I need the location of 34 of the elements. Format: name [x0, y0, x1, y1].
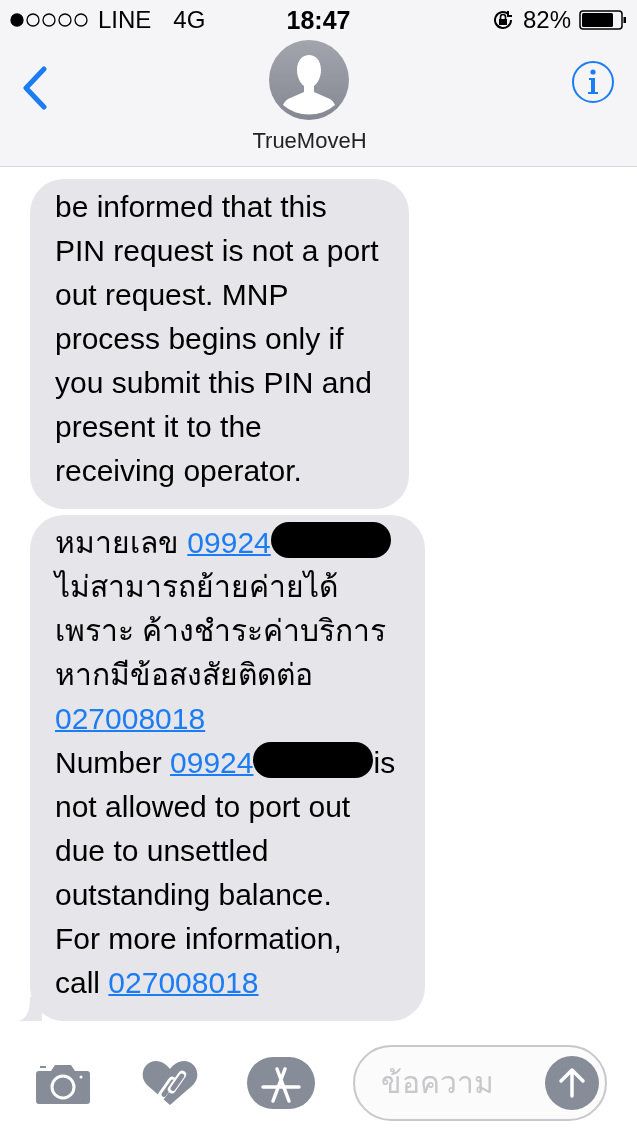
clock: 18:47	[286, 5, 351, 35]
send-button[interactable]	[545, 1056, 599, 1110]
message-text: process begins only if	[55, 322, 344, 355]
info-icon[interactable]	[571, 60, 615, 104]
message-text: due to unsettled	[55, 834, 269, 867]
message-text: out request. MNP	[55, 278, 289, 311]
message-text: PIN request is not a port	[55, 234, 379, 267]
message-text: present it to the	[55, 410, 262, 443]
phone-link[interactable]: 09924	[187, 526, 271, 559]
message-text: ไม่สามารถย้ายค่ายได้	[55, 570, 338, 603]
message-text: Number	[55, 746, 163, 779]
message-text: เพราะ ค้างชำระค่าบริการ	[55, 614, 387, 647]
message-text: outstanding balance.	[55, 878, 332, 911]
avatar-icon[interactable]	[269, 40, 350, 120]
battery-icon	[579, 10, 627, 30]
phone-link[interactable]: 027008018	[108, 966, 259, 999]
message-text: be informed that this	[55, 190, 327, 223]
back-icon[interactable]	[22, 66, 48, 110]
phone-link[interactable]: 09924	[170, 746, 254, 779]
message-text: not allowed to port out	[55, 790, 351, 823]
battery-percent: 82%	[522, 6, 571, 34]
contact-name: TrueMoveH	[252, 128, 367, 154]
message-text: is	[373, 746, 396, 779]
arrow-up-icon	[557, 1067, 587, 1099]
message-text: you submit this PIN and	[55, 366, 372, 399]
signal-icon	[10, 13, 90, 27]
message-text: หมายเลข	[55, 526, 180, 559]
network-type: 4G	[173, 6, 206, 34]
carrier-name: LINE	[98, 6, 152, 34]
message-text: หากมีข้อสงสัยติดต่อ	[55, 658, 313, 691]
phone-link[interactable]: 027008018	[55, 702, 206, 735]
message-text: call	[55, 966, 101, 999]
message-text: For more information,	[55, 922, 342, 955]
message-text: receiving operator.	[55, 454, 302, 487]
